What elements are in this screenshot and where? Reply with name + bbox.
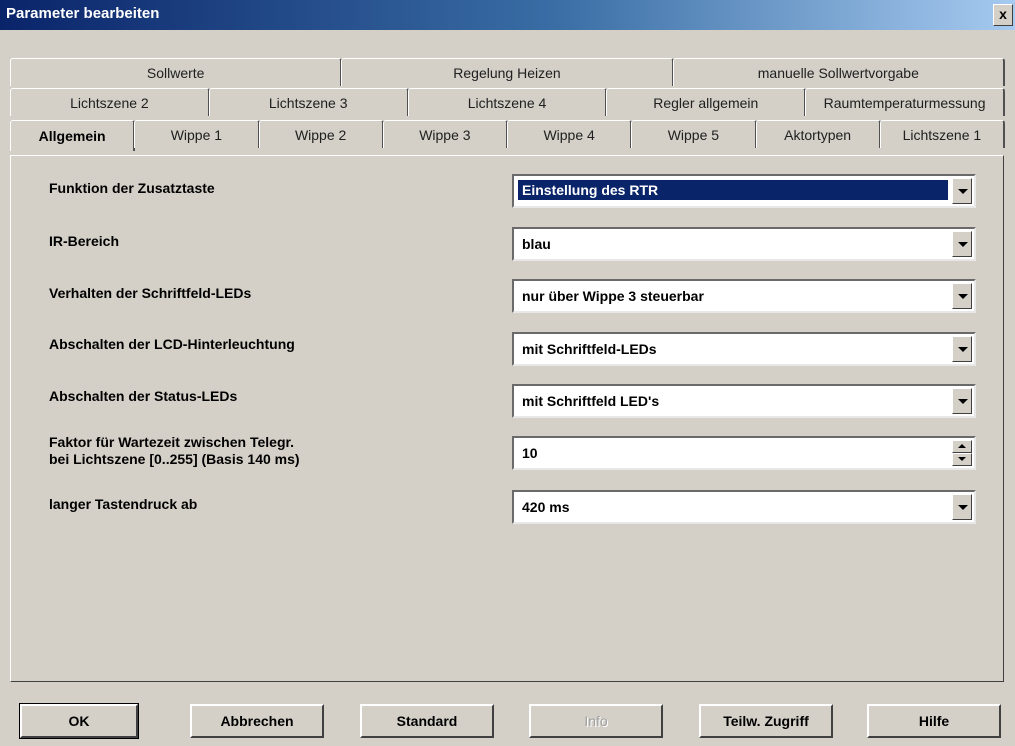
- param-label-ir-bereich: IR-Bereich: [49, 233, 120, 249]
- param-label-langer-tastendruck: langer Tastendruck ab: [49, 496, 198, 512]
- langer-tastendruck-dropdown[interactable]: 420 ms: [512, 490, 976, 524]
- title-bar[interactable]: Parameter bearbeiten x: [0, 0, 1015, 30]
- tab-label: Regelung Heizen: [453, 64, 561, 81]
- tab-label: Wippe 1: [170, 126, 223, 143]
- tab-wippe-1[interactable]: Wippe 1: [134, 120, 260, 148]
- tab-label: manuelle Sollwertvorgabe: [757, 64, 919, 81]
- status-leds-dropdown[interactable]: mit Schriftfeld LED's: [512, 384, 976, 418]
- schriftfeld-leds-dropdown[interactable]: nur über Wippe 3 steuerbar: [512, 279, 976, 313]
- arrow-down-icon[interactable]: [952, 453, 972, 466]
- partial-access-button[interactable]: Teilw. Zugriff: [699, 704, 833, 738]
- chevron-down-icon[interactable]: [952, 494, 972, 520]
- dropdown-value: mit Schriftfeld-LEDs: [522, 341, 657, 357]
- info-button: Info: [529, 704, 663, 738]
- tab-label: Wippe 3: [419, 126, 471, 143]
- tab-label: Regler allgemein: [653, 94, 759, 111]
- zusatztaste-dropdown[interactable]: Einstellung des RTR: [512, 174, 976, 208]
- tab-allgemein[interactable]: Allgemein: [10, 120, 136, 151]
- tab-label: Raumtemperaturmessung: [823, 94, 986, 111]
- tab-label: Lichtszene 4: [467, 94, 547, 111]
- button-label: Teilw. Zugriff: [723, 713, 809, 729]
- button-label: Info: [584, 713, 608, 729]
- tab-aktortypen[interactable]: Aktortypen: [755, 120, 881, 148]
- tab-label: Lichtszene 2: [70, 94, 149, 111]
- standard-button[interactable]: Standard: [360, 704, 494, 738]
- chevron-down-icon[interactable]: [952, 178, 972, 204]
- tab-label: Aktortypen: [784, 126, 852, 143]
- chevron-down-icon[interactable]: [952, 283, 972, 309]
- dropdown-value: Einstellung des RTR: [518, 180, 948, 200]
- close-button[interactable]: x: [993, 4, 1013, 26]
- tab-wippe-3[interactable]: Wippe 3: [382, 120, 508, 148]
- dropdown-value: blau: [522, 236, 551, 252]
- chevron-down-icon[interactable]: [952, 231, 972, 257]
- tab-lichtszene-3[interactable]: Lichtszene 3: [208, 88, 409, 116]
- tab-manuelle-sollwertvorgabe[interactable]: manuelle Sollwertvorgabe: [672, 58, 1005, 86]
- window-title: Parameter bearbeiten: [6, 5, 160, 22]
- dropdown-value: mit Schriftfeld LED's: [522, 393, 660, 409]
- ir-bereich-dropdown[interactable]: blau: [512, 227, 976, 261]
- label-line-2: bei Lichtszene [0..255] (Basis 140 ms): [49, 451, 300, 467]
- button-label: Hilfe: [918, 713, 950, 729]
- dropdown-value: 420 ms: [522, 499, 570, 515]
- param-label-lcd-hinterleuchtung: Abschalten der LCD-Hinterleuchtung: [49, 336, 295, 352]
- tab-lichtszene-4[interactable]: Lichtszene 4: [407, 88, 608, 116]
- tab-lichtszene-2[interactable]: Lichtszene 2: [10, 88, 210, 116]
- button-label: Abbrechen: [220, 713, 294, 729]
- tab-regelung-heizen[interactable]: Regelung Heizen: [341, 58, 674, 86]
- tab-label: Sollwerte: [146, 64, 205, 81]
- arrow-up-icon[interactable]: [952, 440, 972, 453]
- tab-label: Wippe 5: [667, 126, 720, 143]
- tab-lichtszene-1[interactable]: Lichtszene 1: [879, 120, 1005, 148]
- tab-wippe-5[interactable]: Wippe 5: [631, 120, 757, 148]
- tab-wippe-2[interactable]: Wippe 2: [258, 120, 384, 148]
- tab-label: Lichtszene 3: [268, 94, 348, 111]
- param-label-status-leds: Abschalten der Status-LEDs: [49, 388, 238, 404]
- param-label-wartezeit: Faktor für Wartezeit zwischen Telegr. be…: [49, 434, 300, 468]
- tab-label: Wippe 2: [294, 126, 347, 143]
- tab-raumtemperaturmessung[interactable]: Raumtemperaturmessung: [805, 88, 1005, 116]
- tab-wippe-4[interactable]: Wippe 4: [507, 120, 633, 148]
- tab-sollwerte[interactable]: Sollwerte: [10, 58, 343, 86]
- button-label: OK: [68, 713, 90, 729]
- lcd-hinterleuchtung-dropdown[interactable]: mit Schriftfeld-LEDs: [512, 332, 976, 366]
- tab-label: Allgemein: [38, 128, 106, 144]
- chevron-down-icon[interactable]: [952, 388, 972, 414]
- tab-row-1: Sollwerte Regelung Heizen manuelle Sollw…: [10, 58, 1005, 88]
- parameter-dialog: Parameter bearbeiten x Sollwerte Regelun…: [0, 0, 1015, 746]
- wartezeit-spinner[interactable]: 10: [512, 436, 976, 470]
- close-icon: x: [999, 6, 1007, 22]
- param-label-zusatztaste: Funktion der Zusatztaste: [49, 180, 215, 196]
- help-button[interactable]: Hilfe: [867, 704, 1001, 738]
- spin-buttons: [952, 440, 972, 466]
- chevron-down-icon[interactable]: [952, 336, 972, 362]
- ok-button[interactable]: OK: [19, 703, 139, 739]
- tab-row-3: Allgemein Wippe 1 Wippe 2 Wippe 3 Wippe …: [10, 120, 1005, 151]
- tab-regler-allgemein[interactable]: Regler allgemein: [606, 88, 807, 116]
- tab-label: Wippe 4: [543, 126, 595, 143]
- param-label-schriftfeld-leds: Verhalten der Schriftfeld-LEDs: [49, 285, 252, 301]
- label-line-1: Faktor für Wartezeit zwischen Telegr.: [49, 434, 295, 450]
- tab-row-2: Lichtszene 2 Lichtszene 3 Lichtszene 4 R…: [10, 88, 1005, 118]
- tab-label: Lichtszene 1: [902, 126, 982, 143]
- button-label: Standard: [396, 713, 458, 729]
- dropdown-value: nur über Wippe 3 steuerbar: [522, 288, 704, 304]
- spinner-value: 10: [522, 445, 538, 461]
- cancel-button[interactable]: Abbrechen: [190, 704, 324, 738]
